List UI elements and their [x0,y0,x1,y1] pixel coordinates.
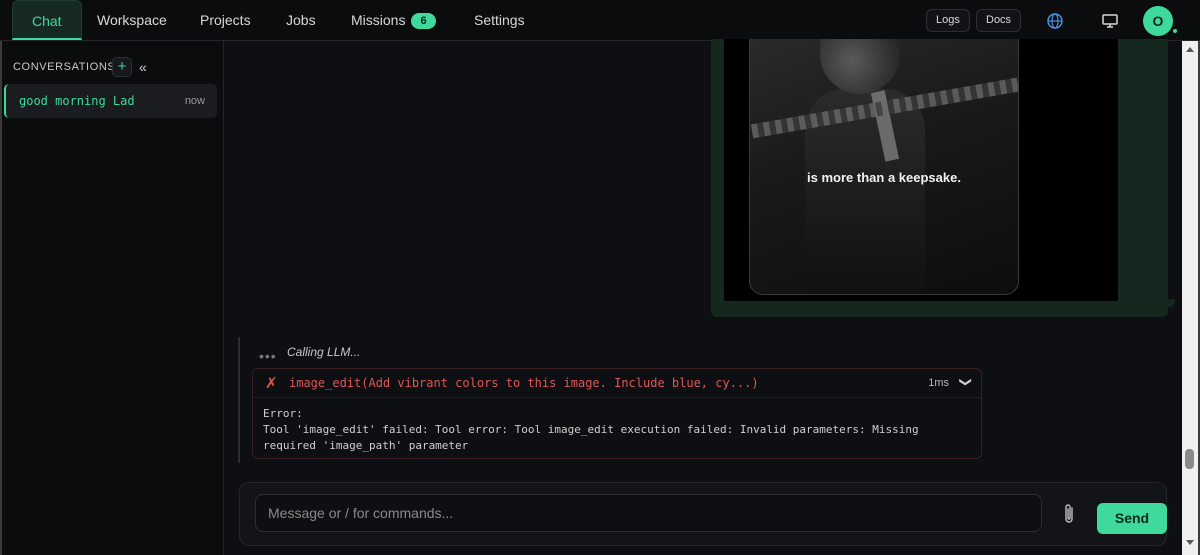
paperclip-icon[interactable] [1060,503,1078,525]
tab-projects[interactable]: Projects [200,0,251,40]
error-x-icon: ✗ [265,375,278,392]
online-status-dot [1171,27,1179,35]
top-nav: Chat Workspace Projects Jobs Missions 6 S… [0,0,1200,41]
thread-line [238,337,240,463]
tab-chat[interactable]: Chat [12,0,82,40]
tab-label: Jobs [286,12,316,28]
tab-label: Chat [32,13,62,29]
send-button[interactable]: Send [1097,503,1167,534]
message-image[interactable]: is more than a keepsake. [724,39,1118,301]
chat-main: is more than a keepsake. ••• Calling LLM… [224,39,1180,555]
image-caption: is more than a keepsake. [807,170,961,185]
tab-missions[interactable]: Missions 6 [351,0,436,40]
scroll-down-arrow-icon[interactable] [1186,540,1194,545]
globe-icon[interactable] [1046,12,1064,30]
conversation-name: good morning Lad [19,94,135,108]
new-conversation-button[interactable]: + [112,57,132,77]
chevron-glyph: ❯ [958,376,973,388]
tool-call-name: image_edit(Add vibrant colors to this im… [289,376,759,390]
photo-figure-head [820,39,900,94]
error-title: Error: [263,407,303,420]
sidebar: CONVERSATIONS + « good morning Lad now [2,41,224,555]
monitor-icon[interactable] [1101,12,1119,30]
scroll-up-arrow-icon[interactable] [1186,47,1194,52]
conversation-item[interactable]: good morning Lad now [4,84,217,118]
logs-button[interactable]: Logs [926,9,970,32]
docs-button[interactable]: Docs [976,9,1022,32]
tab-label: Workspace [97,12,167,28]
message-composer: Send [239,482,1167,546]
error-message: Tool 'image_edit' failed: Tool error: To… [263,423,926,452]
message-input[interactable] [255,494,1042,532]
tab-label: Projects [200,12,251,28]
tool-call-card: ✗ image_edit(Add vibrant colors to this … [252,368,982,459]
image-photo: is more than a keepsake. [749,39,1019,295]
tab-jobs[interactable]: Jobs [286,0,316,40]
tab-settings[interactable]: Settings [474,0,525,40]
tab-label: Missions [351,12,406,28]
scrollbar-thumb[interactable] [1185,449,1194,469]
tab-label: Settings [474,12,525,28]
user-avatar[interactable]: O [1143,6,1173,36]
status-text: Calling LLM... [287,345,361,359]
tab-workspace[interactable]: Workspace [97,0,167,40]
tool-call-duration: 1ms [928,377,949,389]
chevron-down-icon[interactable]: ❯ [958,375,973,389]
collapse-sidebar-button[interactable]: « [139,59,147,75]
missions-count-badge: 6 [411,13,436,29]
conversation-time: now [184,95,205,107]
message-tail [1165,299,1175,307]
loading-dots-icon: ••• [259,348,277,364]
tool-call-header[interactable]: ✗ image_edit(Add vibrant colors to this … [253,369,981,398]
tool-call-output: Error: Tool 'image_edit' failed: Tool er… [263,406,973,454]
conversations-heading: CONVERSATIONS [13,61,116,73]
scrollbar[interactable] [1182,41,1198,555]
